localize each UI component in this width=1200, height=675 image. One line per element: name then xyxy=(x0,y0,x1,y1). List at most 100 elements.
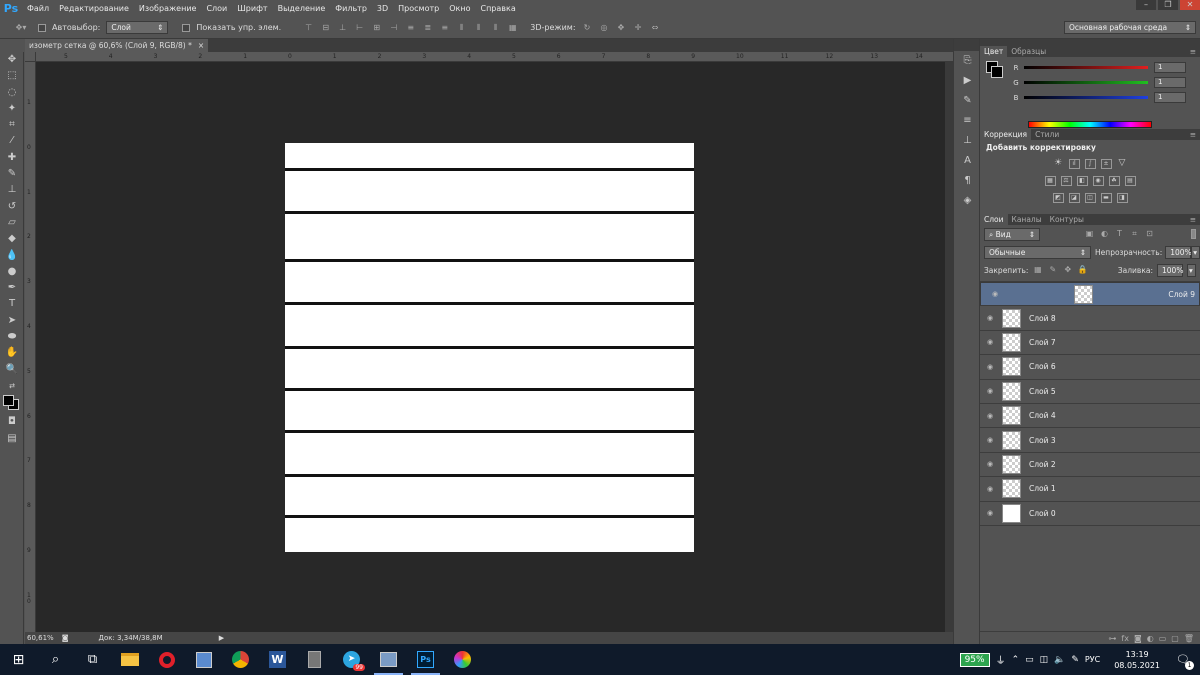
brush-panel-icon[interactable]: ✎ xyxy=(954,91,981,111)
brush-tool-icon[interactable]: ✎ xyxy=(0,166,24,182)
layer-filter-dropdown[interactable]: ⌕ Вид ⇕ xyxy=(984,227,1040,241)
swap-colors-icon[interactable]: ⇄ xyxy=(0,378,24,394)
opera-icon[interactable] xyxy=(148,644,185,675)
menu-item[interactable]: Справка xyxy=(475,0,520,17)
visibility-eye-icon[interactable]: ◉ xyxy=(980,314,1000,322)
volume-icon[interactable]: 🔈 xyxy=(1054,655,1065,665)
posterize-icon[interactable]: ◪ xyxy=(1068,192,1080,203)
chrome-icon[interactable] xyxy=(222,644,259,675)
calculator-icon[interactable] xyxy=(296,644,333,675)
tray-chevron-icon[interactable]: ⌃ xyxy=(1012,655,1020,665)
start-button-icon[interactable]: ⊞ xyxy=(0,644,37,675)
move-tool-preset-icon[interactable]: ✥▾ xyxy=(10,23,32,33)
layer-name[interactable]: Слой 2 xyxy=(1029,460,1056,469)
notifications-icon[interactable]: 🗨 1 xyxy=(1176,653,1194,670)
distribute-vcenter-icon[interactable]: ≣ xyxy=(422,23,433,33)
crop-tool-icon[interactable]: ⌗ xyxy=(0,117,24,133)
lasso-tool-icon[interactable]: ◌ xyxy=(0,85,24,101)
minimize-button[interactable]: – xyxy=(1136,0,1156,10)
black-white-icon[interactable]: ◧ xyxy=(1076,175,1088,186)
auto-align-icon[interactable]: ▦ xyxy=(507,23,518,33)
menu-item[interactable]: Окно xyxy=(444,0,475,17)
tab-color[interactable]: Цвет xyxy=(980,46,1008,57)
layer-row[interactable]: ◉ Слой 2 xyxy=(980,453,1200,478)
workspace-dropdown[interactable]: Основная рабочая среда ⇕ xyxy=(1064,21,1196,34)
channel-mixer-icon[interactable]: ☘ xyxy=(1108,175,1120,186)
zoom-level[interactable]: 60,61% xyxy=(27,634,54,642)
maximize-button[interactable]: ❐ xyxy=(1158,0,1178,10)
layer-row[interactable]: ◉ Слой 9 xyxy=(980,282,1200,307)
filter-type-icon[interactable]: T xyxy=(1114,229,1125,239)
layer-row[interactable]: ◉ Слой 5 xyxy=(980,380,1200,404)
pan-3d-icon[interactable]: ✥ xyxy=(616,23,627,33)
dodge-tool-icon[interactable]: ● xyxy=(0,264,24,280)
paint-bucket-tool-icon[interactable]: ◆ xyxy=(0,231,24,247)
scale-3d-icon[interactable]: ⇔ xyxy=(650,23,661,33)
hand-tool-icon[interactable]: ✋ xyxy=(0,345,24,361)
visibility-eye-icon[interactable]: ◉ xyxy=(980,509,1000,517)
threshold-icon[interactable]: ◫ xyxy=(1084,192,1096,203)
visibility-eye-icon[interactable]: ◉ xyxy=(980,387,1000,395)
actions-panel-icon[interactable]: ▶ xyxy=(954,71,981,91)
layer-row[interactable]: ◉ Слой 8 xyxy=(980,306,1200,331)
hue-saturation-icon[interactable]: ▦ xyxy=(1044,175,1056,186)
paragraph-panel-icon[interactable]: ¶ xyxy=(954,171,981,191)
layer-name[interactable]: Слой 4 xyxy=(1029,411,1056,420)
layer-name[interactable]: Слой 1 xyxy=(1029,484,1056,493)
color-balance-icon[interactable]: ⚖ xyxy=(1060,175,1072,186)
align-bottom-icon[interactable]: ⊥ xyxy=(337,23,348,33)
layer-row[interactable]: ◉ Слой 3 xyxy=(980,428,1200,453)
explorer-icon[interactable] xyxy=(111,644,148,675)
layer-name[interactable]: Слой 7 xyxy=(1029,338,1056,347)
menu-item[interactable]: Редактирование xyxy=(54,0,134,17)
magic-wand-tool-icon[interactable]: ✦ xyxy=(0,101,24,117)
gradient-map-icon[interactable]: ▬ xyxy=(1100,192,1112,203)
tab-channels[interactable]: Каналы xyxy=(1008,214,1046,225)
fill-arrow-icon[interactable]: ▾ xyxy=(1187,263,1196,277)
distribute-right-icon[interactable]: ⦀ xyxy=(490,23,501,33)
app-active-icon[interactable] xyxy=(370,644,407,675)
align-right-icon[interactable]: ⊣ xyxy=(388,23,399,33)
filter-shape-icon[interactable]: ⌗ xyxy=(1129,229,1140,239)
layer-name[interactable]: Слой 9 xyxy=(1168,289,1195,300)
clone-source-icon[interactable]: ⊥ xyxy=(954,131,981,151)
pen-icon[interactable]: ✎ xyxy=(1071,655,1079,665)
menu-item[interactable]: Выделение xyxy=(273,0,331,17)
layer-name[interactable]: Слой 8 xyxy=(1029,314,1056,323)
app-icon[interactable] xyxy=(185,644,222,675)
new-layer-icon[interactable]: ▢ xyxy=(1171,634,1179,643)
task-view-icon[interactable]: ⧉ xyxy=(74,644,111,675)
close-tab-icon[interactable]: × xyxy=(198,39,204,52)
photos-icon[interactable] xyxy=(444,644,481,675)
autoselect-checkbox[interactable] xyxy=(38,23,46,32)
vibrance-icon[interactable]: ▽ xyxy=(1117,158,1128,169)
visibility-eye-icon[interactable]: ◉ xyxy=(985,289,1005,300)
eyedropper-tool-icon[interactable]: ⁄ xyxy=(0,133,24,149)
channel-slider[interactable] xyxy=(1024,66,1148,69)
marquee-tool-icon[interactable]: ⬚ xyxy=(0,68,24,84)
visibility-eye-icon[interactable]: ◉ xyxy=(980,363,1000,371)
blend-mode-dropdown[interactable]: Обычные ⇕ xyxy=(984,245,1092,259)
delete-layer-icon[interactable]: 🗑 xyxy=(1184,634,1194,643)
ruler-origin[interactable] xyxy=(25,52,36,62)
document-canvas[interactable] xyxy=(285,143,694,552)
history-panel-icon[interactable]: ⎘ xyxy=(954,51,981,71)
menu-item[interactable]: Просмотр xyxy=(393,0,444,17)
distribute-top-icon[interactable]: ≡ xyxy=(405,23,416,33)
align-hcenter-icon[interactable]: ⊞ xyxy=(371,23,382,33)
vertical-scrollbar[interactable] xyxy=(945,62,953,632)
path-selection-tool-icon[interactable]: ➤ xyxy=(0,313,24,329)
filter-adjust-icon[interactable]: ◐ xyxy=(1099,229,1110,239)
slide-3d-icon[interactable]: ✛ xyxy=(633,23,644,33)
channel-value-input[interactable]: 1 xyxy=(1154,62,1186,73)
show-transform-checkbox[interactable] xyxy=(182,23,191,32)
canvas-area[interactable] xyxy=(36,62,945,632)
bg-color-swatch[interactable] xyxy=(991,66,1003,78)
blur-tool-icon[interactable]: 💧 xyxy=(0,248,24,264)
filter-smart-icon[interactable]: ⊡ xyxy=(1144,229,1155,239)
lock-all-icon[interactable]: 🔒 xyxy=(1077,265,1088,275)
screen-mode-icon[interactable]: ▤ xyxy=(0,431,24,447)
foreground-color-swatch[interactable] xyxy=(3,395,14,407)
levels-icon[interactable]: ıl xyxy=(1068,158,1080,169)
quick-mask-icon[interactable]: ◘ xyxy=(0,414,24,430)
